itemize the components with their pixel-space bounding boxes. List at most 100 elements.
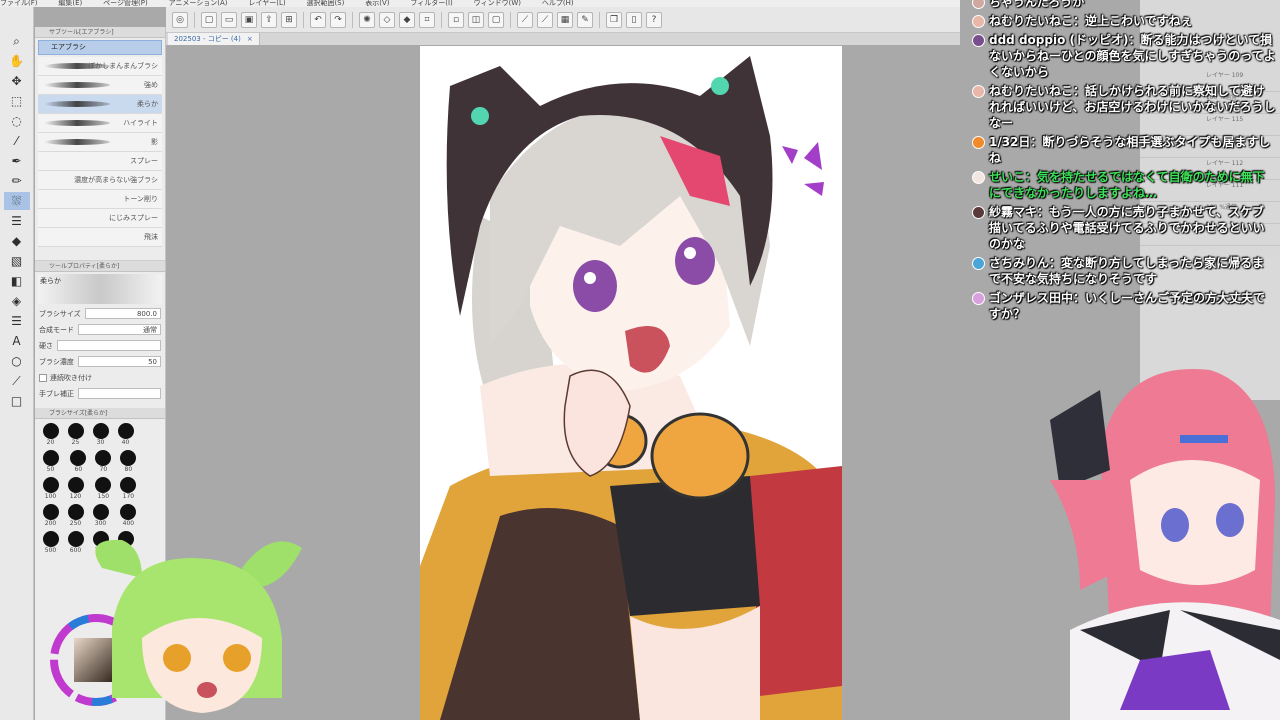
grid-icon[interactable]: ▦ <box>557 11 573 28</box>
menu-help[interactable]: ヘルプ(H) <box>542 0 574 7</box>
vtuber-eye-left <box>1161 508 1189 542</box>
airbrush-icon[interactable]: ⛆ <box>3 192 30 210</box>
menu-page[interactable]: ページ管理(P) <box>103 0 148 7</box>
layer-icon[interactable]: ❐ <box>606 11 622 28</box>
text-icon[interactable]: A <box>4 332 30 350</box>
menu-selection[interactable]: 選択範囲(S) <box>306 0 344 7</box>
selection-border-icon[interactable]: ▢ <box>488 11 504 28</box>
app-icon[interactable]: ◎ <box>172 11 188 28</box>
density-input[interactable]: 50 <box>77 356 161 367</box>
separator <box>599 11 600 28</box>
menu-file[interactable]: ファイル(F) <box>0 0 38 7</box>
size-value: 200 <box>44 520 57 527</box>
ruler-icon[interactable]: ⟋ <box>517 11 533 28</box>
chat-message: ddd doppio (ドッピオ)：断る能力はつけといて損ないからねーひとの顔色… <box>972 32 1276 80</box>
close-icon[interactable]: × <box>247 35 253 43</box>
brush-item[interactable]: ぼかしまんまんブラシ <box>38 57 162 76</box>
menu-animation[interactable]: アニメーション(A) <box>169 0 228 7</box>
snap-icon[interactable]: ⟋ <box>537 11 553 28</box>
stabilization-slider[interactable] <box>78 388 161 399</box>
blend-icon[interactable]: ▧ <box>4 252 30 270</box>
brush-item[interactable]: 飛沫 <box>38 228 162 247</box>
brush-item[interactable]: にじみスプレー <box>38 209 162 228</box>
balloon-icon[interactable]: ○ <box>4 352 30 370</box>
invert-selection-icon[interactable]: ◫ <box>468 11 484 28</box>
brush-item[interactable]: トーン削り <box>38 190 162 209</box>
clear-icon[interactable]: ◇ <box>379 11 395 28</box>
brush-size-option[interactable]: 500 <box>38 531 63 558</box>
redo-icon[interactable]: ↷ <box>330 11 346 28</box>
brush-size-option[interactable]: 60 <box>66 450 91 477</box>
brush-item[interactable]: スプレー <box>38 152 162 171</box>
brush-item[interactable]: ハイライト <box>38 114 162 133</box>
brush-size-option[interactable]: 50 <box>38 450 63 477</box>
pen-icon[interactable]: ✒ <box>4 152 30 170</box>
transform-icon[interactable]: ⌗ <box>419 11 435 28</box>
brush-size-option[interactable]: 70 <box>91 450 116 477</box>
share-icon[interactable]: ⊞ <box>281 11 297 28</box>
zoom-icon[interactable]: ⌕ <box>4 32 30 50</box>
deselect-icon[interactable]: ▫ <box>448 11 464 28</box>
brush-item[interactable]: 影 <box>38 133 162 152</box>
brush-size-option[interactable]: 25 <box>63 423 88 450</box>
menu-window[interactable]: ウィンドウ(W) <box>474 0 521 7</box>
drawing-canvas[interactable] <box>420 46 842 720</box>
hand-icon[interactable]: ✋ <box>4 52 30 70</box>
gradient-icon[interactable]: ◈ <box>4 292 30 310</box>
menu-edit[interactable]: 編集(E) <box>58 0 82 7</box>
eyedropper-icon[interactable]: ⁄ <box>4 132 30 150</box>
undo-icon[interactable]: ↶ <box>310 11 326 28</box>
vtuber-eye-right <box>1216 503 1244 537</box>
brush-size-input[interactable]: 800.0 <box>84 308 161 319</box>
brush-size-option[interactable]: 200 <box>38 504 63 531</box>
brush-item[interactable]: 強め <box>38 76 162 95</box>
eraser-icon[interactable]: ◆ <box>4 232 30 250</box>
brush-size-option[interactable]: 300 <box>88 504 113 531</box>
brush-size-option[interactable]: 30 <box>88 423 113 450</box>
help-icon[interactable]: ? <box>646 11 662 28</box>
size-value: 40 <box>121 439 130 446</box>
brush-size-option[interactable]: 250 <box>63 504 88 531</box>
continuous-checkbox[interactable] <box>39 373 47 382</box>
brush-size-option[interactable]: 400 <box>116 504 141 531</box>
brush-size-option[interactable]: 100 <box>38 477 63 504</box>
line-icon[interactable]: ⟋ <box>4 372 30 390</box>
brush-size-option[interactable]: 150 <box>91 477 116 504</box>
menu-view[interactable]: 表示(V) <box>365 0 389 7</box>
save-icon[interactable]: ▣ <box>241 11 257 28</box>
decoration-icon[interactable]: ☰ <box>4 212 30 230</box>
loading-icon[interactable]: ✺ <box>359 11 375 28</box>
pencil-icon[interactable]: ✏ <box>4 172 30 190</box>
brush-item[interactable]: 柔らか <box>38 95 162 114</box>
brush-size-option[interactable]: 20 <box>38 423 63 450</box>
move-icon[interactable]: ✥ <box>4 72 30 90</box>
user-avatar <box>972 15 985 28</box>
user-avatar <box>972 34 985 47</box>
fill-tool-icon[interactable]: ◧ <box>4 272 30 290</box>
open-folder-icon[interactable]: ▭ <box>221 11 237 28</box>
vtuber-hairpin <box>1180 435 1228 443</box>
pen-pressure-icon[interactable]: ✎ <box>577 11 593 28</box>
new-file-icon[interactable]: ▢ <box>201 11 217 28</box>
color-swatch-icon[interactable]: □ <box>4 392 30 410</box>
select-icon[interactable]: ⬚ <box>4 92 30 110</box>
menu-layer[interactable]: レイヤー(L) <box>248 0 285 7</box>
menu-filter[interactable]: フィルター(I) <box>410 0 452 7</box>
lasso-icon[interactable]: ◌ <box>4 112 30 130</box>
density-label: ブラシ濃度 <box>39 357 74 366</box>
document-tab[interactable]: 202503 - コピー (4) × <box>168 33 260 45</box>
brush-item[interactable]: 濃度が高まらない強ブラシ <box>38 171 162 190</box>
blend-mode-select[interactable]: 通常 <box>78 324 161 335</box>
chat-text: ddd doppio (ドッピオ)：断る能力はつけといて損ないからねーひとの顔色… <box>989 33 1276 79</box>
fill-icon[interactable]: ◆ <box>399 11 415 28</box>
brush-size-option[interactable]: 40 <box>113 423 138 450</box>
tablet-icon[interactable]: ▯ <box>626 11 642 28</box>
export-icon[interactable]: ⇪ <box>261 11 277 28</box>
brush-size-option[interactable]: 80 <box>116 450 141 477</box>
brush-size-option[interactable]: 120 <box>63 477 88 504</box>
brush-size-option[interactable]: 170 <box>116 477 141 504</box>
subtool-group-airbrush[interactable]: エアブラシ <box>38 40 162 55</box>
hardness-slider[interactable] <box>57 340 161 351</box>
figure-icon[interactable]: ☰ <box>4 312 30 330</box>
mascot-eye-right <box>223 644 251 672</box>
